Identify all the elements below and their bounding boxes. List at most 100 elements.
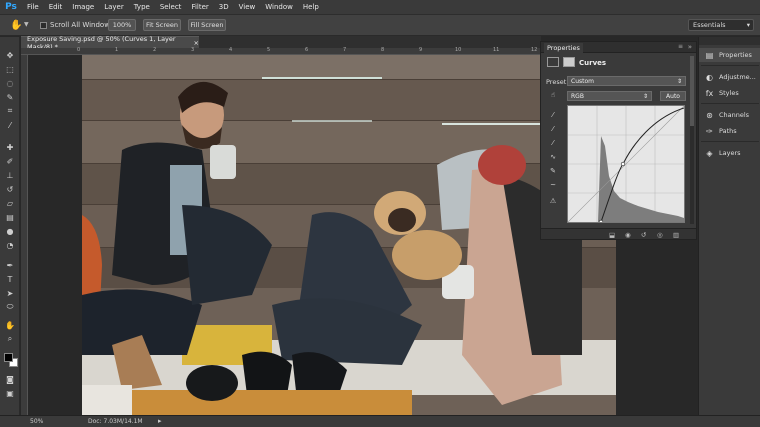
dock-item-layers[interactable]: ◈ Layers <box>699 146 760 160</box>
curves-graph[interactable] <box>567 105 685 225</box>
dock-header <box>699 37 760 45</box>
move-tool-icon[interactable]: ✥ <box>3 49 17 61</box>
preset-select[interactable]: Custom ⇕ <box>567 76 686 86</box>
menu-edit[interactable]: Edit <box>44 3 68 11</box>
gray-point-eyedropper-icon[interactable]: ⁄ <box>547 124 559 134</box>
crop-tool-icon[interactable]: ⌗ <box>3 105 17 117</box>
screen-mode-icon[interactable]: ▣ <box>3 387 17 399</box>
curves-histogram <box>567 105 685 225</box>
panel-menu-icon[interactable]: ≡ <box>678 43 683 50</box>
zoom-100-button[interactable]: 100% <box>108 19 136 31</box>
ruler-label: 1 <box>115 47 119 53</box>
healing-brush-tool-icon[interactable]: ✚ <box>3 141 17 153</box>
black-point-eyedropper-icon[interactable]: ⁄ <box>547 110 559 120</box>
chevron-down-icon: ▾ <box>746 21 750 29</box>
zoom-tool-icon[interactable]: ⌕ <box>3 333 17 345</box>
dock-divider <box>701 141 759 142</box>
dock-item-label: Channels <box>719 111 750 119</box>
ruler-label: 11 <box>493 47 500 53</box>
panel-title: Curves <box>579 59 607 67</box>
pen-tool-icon[interactable]: ✒ <box>3 259 17 271</box>
fit-screen-button[interactable]: Fit Screen <box>143 19 181 31</box>
canvas-image[interactable] <box>82 55 616 415</box>
properties-icon: ▤ <box>705 50 714 60</box>
clip-to-layer-icon[interactable]: ⬓ <box>609 231 615 239</box>
shape-tool-icon[interactable]: ⬭ <box>3 301 17 313</box>
quick-select-tool-icon[interactable]: ✎ <box>3 91 17 103</box>
visibility-icon[interactable]: ◎ <box>657 231 663 239</box>
clipping-warning-icon[interactable]: ⚠ <box>547 196 559 206</box>
chevron-down-icon: ⇕ <box>642 92 648 100</box>
fill-screen-button[interactable]: Fill Screen <box>188 19 226 31</box>
layer-mask-icon[interactable] <box>563 57 575 67</box>
photo-illustration <box>82 55 616 415</box>
type-tool-icon[interactable]: T <box>3 273 17 285</box>
dodge-tool-icon[interactable]: ◔ <box>3 239 17 251</box>
vertical-ruler[interactable] <box>21 55 28 415</box>
ruler-label: 0 <box>77 47 81 53</box>
menu-select[interactable]: Select <box>155 3 187 11</box>
marquee-tool-icon[interactable]: ⬚ <box>3 63 17 75</box>
view-previous-icon[interactable]: ◉ <box>625 231 631 239</box>
eraser-tool-icon[interactable]: ▱ <box>3 197 17 209</box>
dock-item-adjustments[interactable]: ◐ Adjustme... <box>699 70 760 84</box>
scroll-all-windows-checkbox[interactable] <box>40 22 47 29</box>
dock-item-label: Properties <box>719 51 752 59</box>
document-tab[interactable]: Exposure Saving.psd @ 50% (Curves 1, Lay… <box>21 35 199 51</box>
properties-panel-header: Properties ≡ » <box>541 42 696 53</box>
gradient-tool-icon[interactable]: ▤ <box>3 211 17 223</box>
status-bar: 50% Doc: 7.03M/14.1M ▸ <box>0 415 760 427</box>
white-point-eyedropper-icon[interactable]: ⁄ <box>547 138 559 148</box>
smooth-icon[interactable]: ~ <box>547 180 559 190</box>
dock-item-styles[interactable]: fx Styles <box>699 86 760 100</box>
scrollbar-thumb[interactable] <box>690 56 694 126</box>
adjustments-icon: ◐ <box>706 72 713 82</box>
hand-tool-icon[interactable]: ✋ <box>10 20 22 31</box>
properties-footer: ⬓ ◉ ↺ ◎ ▥ <box>541 228 696 239</box>
dock-item-properties[interactable]: ▤ Properties <box>699 48 760 62</box>
ruler-label: 8 <box>381 47 385 53</box>
eyedropper-tool-icon[interactable]: ⁄ <box>3 119 17 131</box>
menu-window[interactable]: Window <box>260 3 298 11</box>
menu-filter[interactable]: Filter <box>186 3 213 11</box>
tab-properties[interactable]: Properties <box>544 43 583 53</box>
workspace-select[interactable]: Essentials ▾ <box>688 19 754 31</box>
dock-item-label: Paths <box>719 127 737 135</box>
clone-stamp-tool-icon[interactable]: ⊥ <box>3 169 17 181</box>
chevron-down-icon: ⇕ <box>676 77 682 85</box>
menu-file[interactable]: File <box>22 3 44 11</box>
lasso-tool-icon[interactable]: ◌ <box>3 77 17 89</box>
dock-item-channels[interactable]: ⊛ Channels <box>699 108 760 122</box>
quick-mask-icon[interactable]: ◙ <box>3 373 17 385</box>
tools-panel: ✥ ⬚ ◌ ✎ ⌗ ⁄ ✚ ✐ ⊥ ↺ ▱ ▤ ● ◔ ✒ T ➤ ⬭ ✋ ⌕ … <box>0 37 20 415</box>
auto-button[interactable]: Auto <box>660 91 686 101</box>
dock-item-paths[interactable]: ✑ Paths <box>699 124 760 138</box>
curve-points-icon[interactable]: ∿ <box>547 152 559 162</box>
foreground-color-swatch[interactable] <box>4 353 13 362</box>
paths-icon: ✑ <box>706 126 713 136</box>
tool-preset-caret-icon[interactable]: ▼ <box>24 21 29 28</box>
blur-tool-icon[interactable]: ● <box>3 225 17 237</box>
zoom-level[interactable]: 50% <box>30 418 43 425</box>
reset-icon[interactable]: ↺ <box>641 231 646 239</box>
ruler-label: 9 <box>419 47 423 53</box>
menu-help[interactable]: Help <box>298 3 324 11</box>
menu-layer[interactable]: Layer <box>99 3 129 11</box>
pencil-icon[interactable]: ✎ <box>547 166 559 176</box>
menu-3d[interactable]: 3D <box>214 3 234 11</box>
path-select-tool-icon[interactable]: ➤ <box>3 287 17 299</box>
chevron-right-icon[interactable]: ▸ <box>158 417 162 425</box>
close-icon[interactable]: » <box>688 43 692 51</box>
menu-image[interactable]: Image <box>67 3 99 11</box>
layers-icon: ◈ <box>706 148 713 158</box>
menu-type[interactable]: Type <box>129 3 155 11</box>
history-brush-tool-icon[interactable]: ↺ <box>3 183 17 195</box>
brush-tool-icon[interactable]: ✐ <box>3 155 17 167</box>
menu-view[interactable]: View <box>234 3 261 11</box>
target-adjust-icon[interactable]: ☝ <box>547 90 559 100</box>
hand-tool-icon[interactable]: ✋ <box>3 319 17 331</box>
menu-bar: Ps File Edit Image Layer Type Select Fil… <box>0 0 760 14</box>
scrollbar[interactable] <box>690 56 694 224</box>
trash-icon[interactable]: ▥ <box>673 231 679 239</box>
channel-select[interactable]: RGB ⇕ <box>567 91 652 101</box>
